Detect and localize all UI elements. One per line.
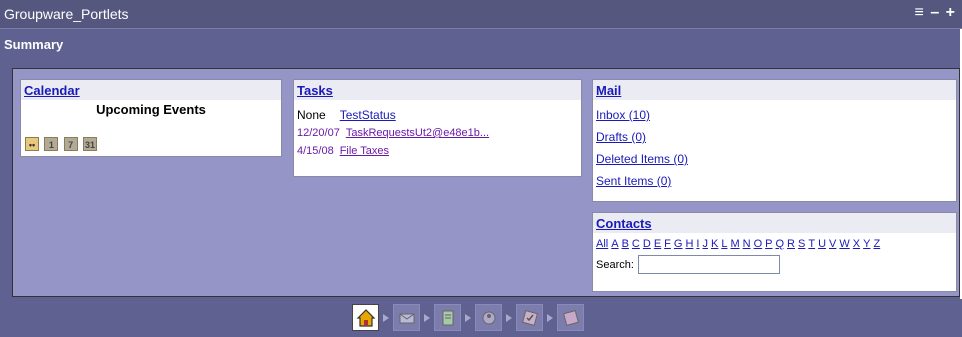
calendar-panel: Calendar Upcoming Events •• 1 7 31 xyxy=(20,79,282,157)
nav-arrow-icon xyxy=(461,313,475,323)
contacts-letter-f[interactable]: F xyxy=(664,238,671,250)
month-view-icon[interactable]: 31 xyxy=(83,137,98,151)
contacts-letter-w[interactable]: W xyxy=(839,238,849,250)
contacts-letter-z[interactable]: Z xyxy=(873,238,880,250)
task-row: 4/15/08 File Taxes xyxy=(297,142,578,160)
mail-folder-sent[interactable]: Sent Items (0) xyxy=(596,174,671,188)
upcoming-events-label: Upcoming Events xyxy=(96,102,206,117)
task-link[interactable]: File Taxes xyxy=(340,145,389,157)
seven-day-icon[interactable]: 7 xyxy=(63,137,78,151)
contacts-letter-n[interactable]: N xyxy=(743,238,751,250)
search-label: Search: xyxy=(596,258,634,271)
contacts-letter-c[interactable]: C xyxy=(632,238,640,250)
contacts-letter-k[interactable]: K xyxy=(711,238,718,250)
contacts-letter-d[interactable]: D xyxy=(643,238,651,250)
section-title: Summary xyxy=(4,37,64,52)
tasks-icon[interactable] xyxy=(516,304,543,331)
nav-arrow-icon xyxy=(379,313,393,323)
task-row: 12/20/07 TaskRequestsUt2@e48e1b... xyxy=(297,124,578,142)
day-view-icon[interactable]: •• xyxy=(25,137,39,151)
mail-link[interactable]: Mail xyxy=(596,83,621,98)
portlet-title: Groupware_Portlets xyxy=(4,6,129,22)
task-row: None TestStatus xyxy=(297,106,578,124)
mail-folder-drafts[interactable]: Drafts (0) xyxy=(596,130,646,144)
contacts-panel: Contacts All A B C D E F G H I J K L M N O P Q R S T U V W X Y Z S… xyxy=(592,212,957,292)
task-link[interactable]: TaskRequestsUt2@e48e1b... xyxy=(346,127,489,139)
portlet-titlebar: Groupware_Portlets ≡ – + xyxy=(0,0,962,29)
contacts-letter-l[interactable]: L xyxy=(721,238,727,250)
contacts-letter-e[interactable]: E xyxy=(654,238,661,250)
contacts-letter-o[interactable]: O xyxy=(754,238,763,250)
contacts-letter-all[interactable]: All xyxy=(596,238,608,250)
contacts-link[interactable]: Contacts xyxy=(596,216,652,231)
contacts-search-row: Search: xyxy=(593,250,956,274)
contacts-letter-u[interactable]: U xyxy=(818,238,826,250)
contacts-letter-h[interactable]: H xyxy=(685,238,693,250)
summary-bar: Summary xyxy=(0,30,962,58)
contacts-letter-i[interactable]: I xyxy=(696,238,699,250)
contacts-letter-t[interactable]: T xyxy=(808,238,815,250)
contacts-letter-a[interactable]: A xyxy=(611,238,618,250)
contacts-letter-b[interactable]: B xyxy=(622,238,629,250)
contacts-letter-r[interactable]: R xyxy=(787,238,795,250)
tasks-list: None TestStatus 12/20/07 TaskRequestsUt2… xyxy=(294,100,581,160)
calendar-header: Calendar xyxy=(21,80,281,100)
contacts-letter-m[interactable]: M xyxy=(730,238,739,250)
one-day-icon[interactable]: 1 xyxy=(44,137,59,151)
contacts-letter-q[interactable]: Q xyxy=(775,238,784,250)
nav-arrow-icon xyxy=(502,313,516,323)
home-icon[interactable] xyxy=(352,304,379,331)
tasks-header: Tasks xyxy=(294,80,581,100)
task-date: 4/15/08 xyxy=(297,145,334,157)
mail-folder-list: Inbox (10) Drafts (0) Deleted Items (0) … xyxy=(593,100,956,196)
mail-folder-inbox[interactable]: Inbox (10) xyxy=(596,108,650,122)
nav-arrow-icon xyxy=(543,313,557,323)
nav-icon-strip xyxy=(352,304,584,331)
contacts-letter-y[interactable]: Y xyxy=(863,238,870,250)
bottom-nav xyxy=(0,299,962,337)
mail-folder-deleted[interactable]: Deleted Items (0) xyxy=(596,152,688,166)
tasks-panel: Tasks None TestStatus 12/20/07 TaskReque… xyxy=(293,79,582,177)
calendar-icon[interactable] xyxy=(557,304,584,331)
window-controls[interactable]: ≡ – + xyxy=(915,4,956,22)
contacts-search-input[interactable] xyxy=(637,255,780,274)
task-link[interactable]: TestStatus xyxy=(340,108,396,122)
calendar-link[interactable]: Calendar xyxy=(24,83,80,98)
contacts-letter-g[interactable]: G xyxy=(674,238,683,250)
contacts-letter-j[interactable]: J xyxy=(702,238,708,250)
contacts-header: Contacts xyxy=(593,213,956,233)
contacts-letter-v[interactable]: V xyxy=(829,238,836,250)
tasks-link[interactable]: Tasks xyxy=(297,83,333,98)
contacts-letter-x[interactable]: X xyxy=(853,238,860,250)
mail-panel: Mail Inbox (10) Drafts (0) Deleted Items… xyxy=(592,79,957,202)
task-date: None xyxy=(297,108,326,122)
contacts-letter-s[interactable]: S xyxy=(798,238,805,250)
mail-header: Mail xyxy=(593,80,956,100)
alphabet-index: All A B C D E F G H I J K L M N O P Q R S T U V W X Y Z xyxy=(593,233,956,250)
calendar-view-icons: •• 1 7 31 xyxy=(25,137,99,151)
notes-icon[interactable] xyxy=(434,304,461,331)
mail-icon[interactable] xyxy=(393,304,420,331)
contacts-icon[interactable] xyxy=(475,304,502,331)
task-date: 12/20/07 xyxy=(297,127,340,139)
nav-arrow-icon xyxy=(420,313,434,323)
contacts-letter-p[interactable]: P xyxy=(765,238,772,250)
